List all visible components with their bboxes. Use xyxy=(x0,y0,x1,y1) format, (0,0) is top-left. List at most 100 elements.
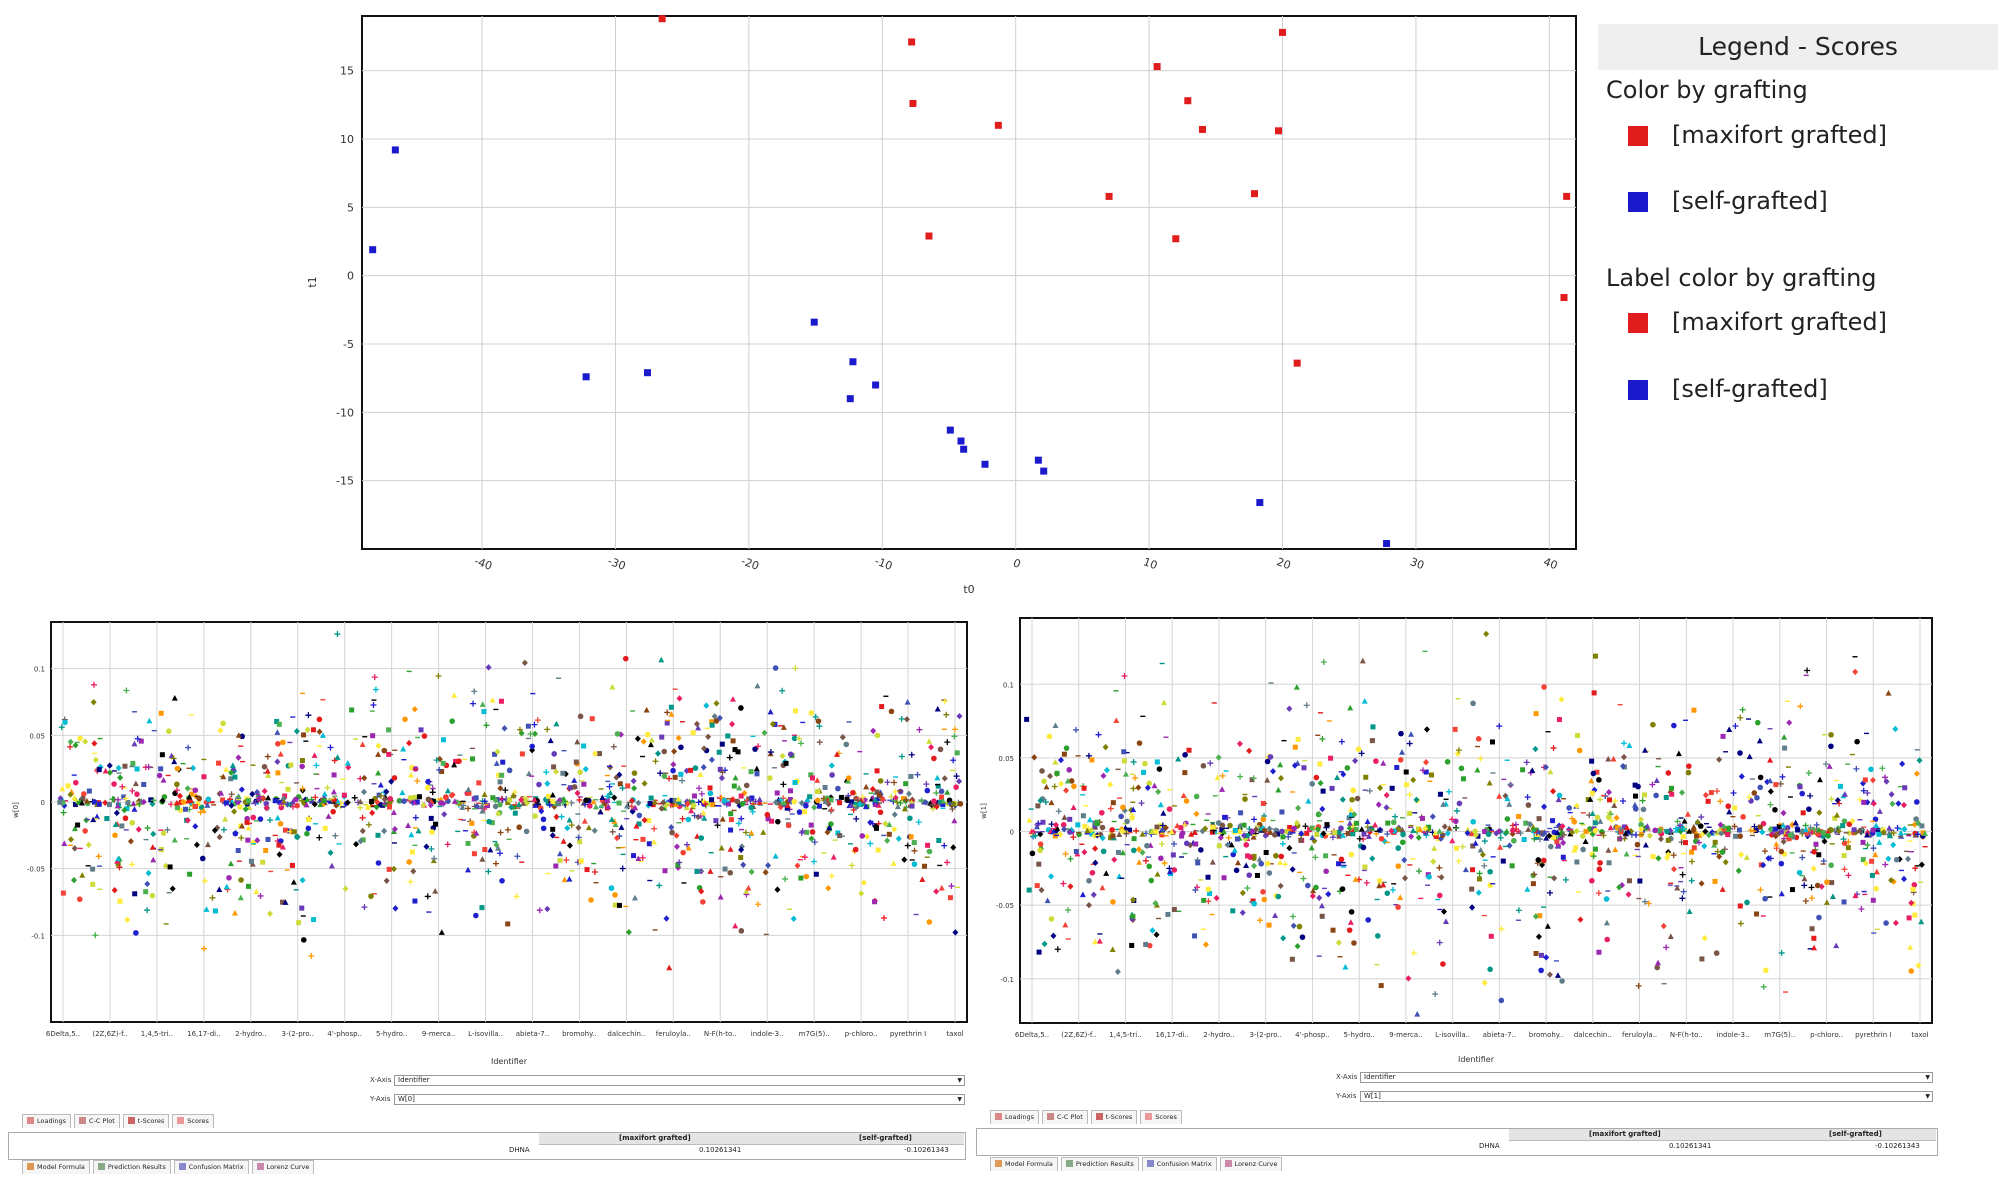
br-y-axis-select[interactable]: W[1] ▼ xyxy=(1360,1091,1933,1102)
tab-label: C-C Plot xyxy=(1057,1113,1083,1121)
loading-point xyxy=(727,870,734,876)
loading-point xyxy=(809,829,816,835)
legend-item-label: [self-grafted] xyxy=(1672,375,1828,403)
tab-loadings[interactable]: Loadings xyxy=(22,1114,72,1128)
y-tick-label: -0.05 xyxy=(996,902,1014,910)
loading-point xyxy=(532,813,538,819)
x-tick-label: 20 xyxy=(1275,555,1293,572)
loading-point xyxy=(748,804,755,811)
category-tick-label: 5-hydro.. xyxy=(1343,1031,1374,1039)
loading-point xyxy=(1348,851,1355,858)
tab-prediction-results[interactable]: Prediction Results xyxy=(1060,1157,1139,1171)
loading-point xyxy=(174,805,180,811)
self-grafted-point xyxy=(1256,499,1264,507)
loading-point xyxy=(1144,842,1150,849)
loading-point xyxy=(1100,848,1107,855)
loading-point xyxy=(775,818,781,825)
loading-point xyxy=(86,788,92,794)
loading-point xyxy=(276,721,282,727)
table-cell: -0.10261343 xyxy=(1875,1142,1920,1150)
category-tick-label: 5-hydro.. xyxy=(376,1030,407,1038)
loading-point xyxy=(710,802,716,808)
loading-point xyxy=(1597,860,1603,866)
loading-point xyxy=(1166,806,1173,812)
bl-x-axis-select[interactable]: Identifier ▼ xyxy=(394,1075,965,1086)
loading-point xyxy=(299,758,305,764)
top-y-axis-label: t1 xyxy=(306,276,319,287)
category-tick-label: 16,17-di.. xyxy=(187,1030,220,1038)
category-tick-label: abieta-7.. xyxy=(1483,1031,1516,1039)
tab-t-scores[interactable]: t-Scores xyxy=(122,1114,170,1128)
category-tick-label: L-isovilla.. xyxy=(1435,1031,1470,1039)
br-y-axis-selector-row: Y-Axis W[1] ▼ xyxy=(1336,1091,1934,1102)
loading-point xyxy=(1683,840,1689,846)
loading-point xyxy=(1336,861,1342,867)
tab-cc-plot[interactable]: C-C Plot xyxy=(74,1114,120,1128)
loading-point xyxy=(1806,806,1812,812)
loading-point xyxy=(304,830,310,837)
loading-point xyxy=(1354,820,1360,826)
loading-point xyxy=(1247,854,1253,860)
br-x-axis-select[interactable]: Identifier ▼ xyxy=(1360,1072,1933,1083)
tab-prediction-results[interactable]: Prediction Results xyxy=(92,1160,171,1174)
loading-point xyxy=(311,917,317,923)
loading-point xyxy=(1708,790,1714,796)
loading-point xyxy=(738,928,745,934)
loading-point xyxy=(440,737,446,743)
loading-point xyxy=(143,889,149,895)
loading-point xyxy=(1086,877,1092,884)
loading-point xyxy=(1328,755,1334,761)
loading-point xyxy=(1799,790,1805,797)
tab-confusion-matrix[interactable]: Confusion Matrix xyxy=(1141,1157,1217,1171)
loading-point xyxy=(1841,899,1847,905)
tab-cc-plot[interactable]: C-C Plot xyxy=(1042,1110,1088,1124)
tab-model-formula[interactable]: Model Formula xyxy=(990,1157,1058,1171)
loading-point xyxy=(911,861,918,867)
loading-point xyxy=(909,803,915,809)
loading-point xyxy=(1902,785,1908,791)
loading-point xyxy=(874,825,880,831)
bl-y-axis-select[interactable]: W[0] ▼ xyxy=(394,1094,965,1105)
tab-label: Loadings xyxy=(37,1117,67,1125)
y-tick-label: 10 xyxy=(340,133,354,146)
tab-t-scores[interactable]: t-Scores xyxy=(1090,1110,1138,1124)
loading-point xyxy=(1814,882,1821,889)
maxifort-point xyxy=(1560,294,1568,302)
loading-point xyxy=(1131,847,1137,854)
loading-point xyxy=(1733,833,1739,839)
loading-point xyxy=(1550,818,1556,824)
loading-point xyxy=(330,808,336,815)
loading-point xyxy=(1063,745,1070,751)
tab-model-formula[interactable]: Model Formula xyxy=(22,1160,90,1174)
loading-point xyxy=(625,783,631,789)
tab-label: Confusion Matrix xyxy=(188,1163,244,1171)
loading-point xyxy=(1373,758,1379,764)
loading-point xyxy=(1697,823,1704,829)
loading-point xyxy=(199,855,206,862)
tab-label: Scores xyxy=(1155,1113,1177,1121)
loading-point xyxy=(1837,783,1843,789)
self-grafted-point xyxy=(872,381,880,389)
tab-loadings[interactable]: Loadings xyxy=(990,1110,1040,1124)
loading-point xyxy=(1436,892,1443,899)
bl-y-axis-selector-row: Y-Axis W[0] ▼ xyxy=(370,1094,966,1105)
tab-confusion-matrix[interactable]: Confusion Matrix xyxy=(173,1160,249,1174)
tab-scores[interactable]: Scores xyxy=(1140,1110,1182,1124)
loading-point xyxy=(1110,833,1116,839)
loading-point xyxy=(1841,853,1847,859)
loading-point xyxy=(661,773,668,779)
loading-point xyxy=(1205,886,1212,893)
loading-point xyxy=(713,818,719,824)
loading-point xyxy=(1828,862,1834,869)
formula-icon xyxy=(995,1160,1002,1167)
loading-point xyxy=(1589,758,1595,764)
loading-point xyxy=(1198,847,1204,853)
loading-point xyxy=(828,797,834,803)
loading-point xyxy=(1504,816,1511,822)
top-plot-frame xyxy=(361,15,1577,550)
loading-point xyxy=(432,821,438,827)
tab-lorenz-curve[interactable]: Lorenz Curve xyxy=(251,1160,315,1174)
tab-lorenz-curve[interactable]: Lorenz Curve xyxy=(1219,1157,1283,1171)
tab-scores[interactable]: Scores xyxy=(172,1114,214,1128)
loading-point xyxy=(1685,769,1692,776)
